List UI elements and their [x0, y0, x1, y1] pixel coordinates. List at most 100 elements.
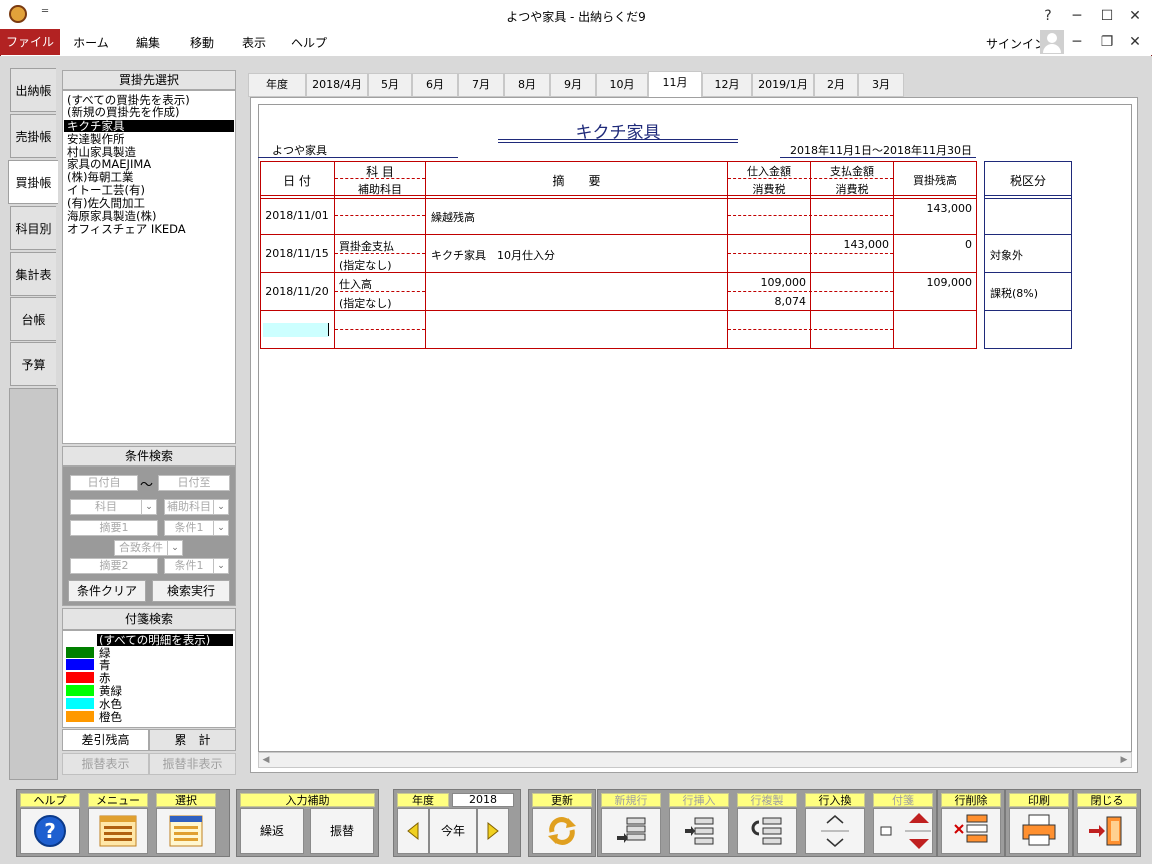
- chevron-down-icon[interactable]: ⌄: [141, 499, 157, 515]
- tab-month[interactable]: 9月: [550, 73, 596, 97]
- row2-account[interactable]: 買掛金支払: [339, 238, 394, 254]
- tag-label-red[interactable]: 赤: [99, 672, 111, 684]
- tag-label-cyan[interactable]: 水色: [99, 698, 122, 710]
- summary2-field[interactable]: 摘要2: [70, 558, 158, 574]
- tab-month[interactable]: 8月: [504, 73, 550, 97]
- ribbon-restore-button[interactable]: ❐: [1094, 30, 1120, 54]
- chevron-down-icon[interactable]: ⌄: [213, 499, 229, 515]
- tab-month[interactable]: 2019/1月: [752, 73, 814, 97]
- tab-month[interactable]: 3月: [858, 73, 904, 97]
- tag-label-yellowgreen[interactable]: 黄緑: [99, 685, 122, 697]
- menu-view[interactable]: 表示: [232, 31, 276, 55]
- row2-payment[interactable]: 143,000: [811, 238, 890, 251]
- menu-home[interactable]: ホーム: [66, 31, 116, 55]
- minimize-button[interactable]: ─: [1064, 4, 1090, 28]
- signin-link[interactable]: サインイン: [986, 35, 1046, 52]
- menu-button[interactable]: [88, 808, 148, 854]
- vendor-item-new[interactable]: (新規の買掛先を作成): [67, 106, 179, 118]
- row3-sub-account[interactable]: (指定なし): [339, 295, 392, 311]
- insert-row-button[interactable]: [669, 808, 729, 854]
- new-row-button[interactable]: [601, 808, 661, 854]
- tab-cumulative[interactable]: 累 計: [149, 729, 236, 751]
- help-button[interactable]: ?: [20, 808, 80, 854]
- year-next-button[interactable]: [477, 808, 509, 854]
- tab-budget[interactable]: 予算: [10, 342, 56, 386]
- tag-button[interactable]: [873, 808, 933, 854]
- tab-month[interactable]: 2018/4月: [306, 73, 368, 97]
- swap-row-button[interactable]: [805, 808, 865, 854]
- tab-month-active[interactable]: 11月: [648, 71, 702, 98]
- horizontal-scrollbar[interactable]: [258, 752, 1132, 768]
- condition1-select[interactable]: 条件1: [164, 520, 214, 536]
- row1-summary[interactable]: 繰越残高: [431, 209, 475, 225]
- tab-transfer-hide[interactable]: 振替非表示: [149, 753, 236, 775]
- tab-transfer-show[interactable]: 振替表示: [62, 753, 149, 775]
- tab-month[interactable]: 7月: [458, 73, 504, 97]
- chevron-down-icon[interactable]: ⌄: [213, 558, 229, 574]
- row2-sub-account[interactable]: (指定なし): [339, 257, 392, 273]
- tab-payable[interactable]: 買掛帳: [8, 160, 58, 204]
- row3-purchase[interactable]: 109,000: [728, 276, 807, 289]
- date-from-field[interactable]: 日付自: [70, 475, 138, 491]
- vendor-item[interactable]: イトー工芸(有): [67, 184, 145, 196]
- vendor-item[interactable]: 海原家具製造(株): [67, 210, 156, 222]
- condition-clear-button[interactable]: 条件クリア: [68, 580, 146, 602]
- account-select[interactable]: 科目: [70, 499, 142, 515]
- tab-month[interactable]: 12月: [702, 73, 752, 97]
- tab-by-account[interactable]: 科目別: [10, 206, 56, 250]
- chevron-down-icon[interactable]: ⌄: [213, 520, 229, 536]
- row3-tax-class[interactable]: 課税(8%): [990, 285, 1038, 301]
- close-window-button[interactable]: ✕: [1122, 4, 1148, 28]
- row3-tax[interactable]: 8,074: [728, 295, 807, 308]
- tab-ledger[interactable]: 台帳: [10, 297, 56, 341]
- maximize-button[interactable]: ☐: [1094, 4, 1120, 28]
- tab-month[interactable]: 5月: [368, 73, 412, 97]
- tab-summary[interactable]: 集計表: [10, 252, 56, 296]
- transfer-button[interactable]: 振替: [310, 808, 374, 854]
- new-row-date-input[interactable]: [263, 323, 329, 337]
- search-exec-button[interactable]: 検索実行: [152, 580, 230, 602]
- menu-move[interactable]: 移動: [180, 31, 224, 55]
- ribbon-minimize-button[interactable]: ─: [1064, 30, 1090, 54]
- tab-cashbook[interactable]: 出納帳: [10, 68, 56, 112]
- ribbon-close-button[interactable]: ✕: [1122, 30, 1148, 54]
- menu-edit[interactable]: 編集: [126, 31, 170, 55]
- scroll-right-icon[interactable]: ▶: [1117, 753, 1131, 767]
- date-to-field[interactable]: 日付至: [158, 475, 230, 491]
- vendor-item[interactable]: (有)佐久間加工: [67, 197, 145, 209]
- select-button[interactable]: [156, 808, 216, 854]
- print-button[interactable]: [1009, 808, 1069, 854]
- row2-date[interactable]: 2018/11/15: [262, 247, 332, 260]
- vendor-list[interactable]: (すべての買掛先を表示) (新規の買掛先を作成) キクチ家具 安達製作所 村山家…: [62, 90, 236, 444]
- row2-tax-class[interactable]: 対象外: [990, 247, 1023, 263]
- match-condition-select[interactable]: 合致条件: [114, 540, 168, 556]
- close-button[interactable]: [1077, 808, 1137, 854]
- year-prev-button[interactable]: [397, 808, 429, 854]
- vendor-item-selected[interactable]: キクチ家具: [64, 120, 234, 132]
- tag-label-blue[interactable]: 青: [99, 659, 111, 671]
- avatar[interactable]: [1040, 30, 1064, 54]
- year-value-field[interactable]: 2018: [452, 793, 514, 807]
- delete-row-button[interactable]: [941, 808, 1001, 854]
- scroll-left-icon[interactable]: ◀: [259, 753, 273, 767]
- tag-show-all[interactable]: (すべての明細を表示): [97, 634, 233, 646]
- row3-date[interactable]: 2018/11/20: [262, 285, 332, 298]
- row3-account[interactable]: 仕入高: [339, 276, 372, 292]
- tab-month-year[interactable]: 年度: [248, 73, 306, 97]
- row2-summary[interactable]: キクチ家具 10月仕入分: [431, 247, 555, 263]
- repeat-button[interactable]: 繰返: [240, 808, 304, 854]
- tab-month[interactable]: 2月: [814, 73, 858, 97]
- menu-help[interactable]: ヘルプ: [284, 31, 334, 55]
- help-icon[interactable]: ?: [1035, 4, 1061, 28]
- vendor-item[interactable]: オフィスチェア IKEDA: [67, 223, 186, 235]
- tab-month[interactable]: 6月: [412, 73, 458, 97]
- tab-receivable[interactable]: 売掛帳: [10, 114, 56, 158]
- vendor-item[interactable]: (株)毎朝工業: [67, 171, 133, 183]
- vendor-item[interactable]: 家具のMAEJIMA: [67, 158, 151, 170]
- sub-account-select[interactable]: 補助科目: [164, 499, 214, 515]
- vendor-item[interactable]: 安達製作所: [67, 133, 125, 145]
- tab-balance[interactable]: 差引残高: [62, 729, 149, 751]
- summary1-field[interactable]: 摘要1: [70, 520, 158, 536]
- tab-month[interactable]: 10月: [596, 73, 648, 97]
- refresh-button[interactable]: [532, 808, 592, 854]
